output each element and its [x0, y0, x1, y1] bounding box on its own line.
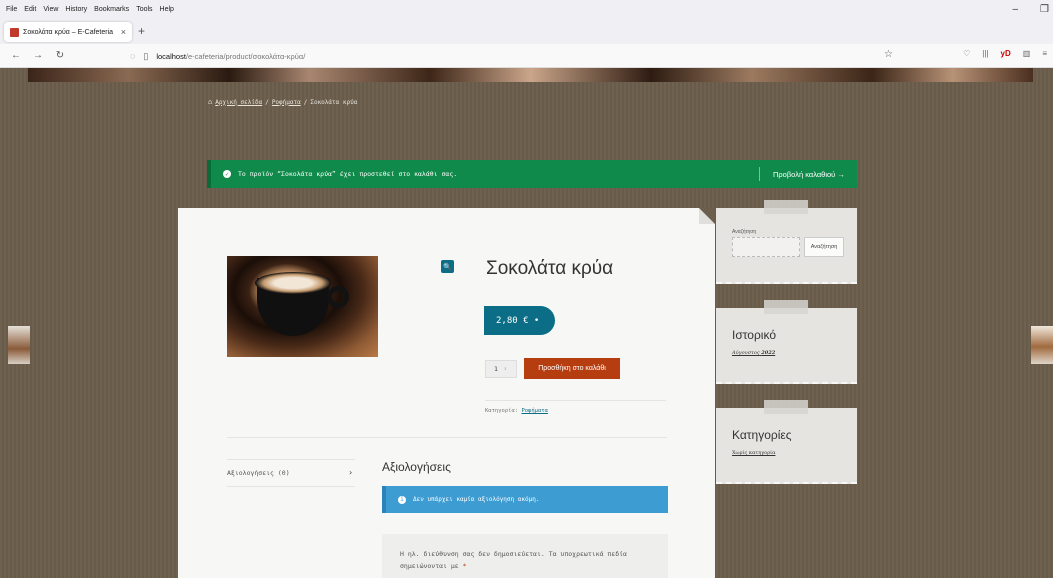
back-icon[interactable]: ← — [10, 50, 22, 61]
reader-icon[interactable]: ▥ — [1023, 49, 1031, 58]
archive-link[interactable]: Αύγουστος 2022 — [732, 350, 775, 356]
previous-product-thumb[interactable] — [8, 326, 30, 364]
page-content: ⌂ Αρχική σελίδα / Ροφήματα / Σοκολάτα κρ… — [0, 68, 1053, 578]
home-icon: ⌂ — [208, 98, 213, 106]
categories-widget: Κατηγορίες Χωρίς κατηγορία — [716, 400, 857, 484]
menu-view[interactable]: View — [43, 6, 58, 13]
review-form: Η ηλ. διεύθυνση σας δεν δημοσιεύεται. Τα… — [382, 534, 668, 578]
reload-icon[interactable]: ↻ — [54, 50, 66, 61]
menu-help[interactable]: Help — [160, 6, 174, 13]
product-panel: 🔍 Σοκολάτα κρύα 2,80 € • 1 ⇕ Προσθήκη στ… — [178, 208, 715, 578]
browser-tab[interactable]: Σοκολάτα κρύα – E-Cafeteria × — [4, 22, 132, 42]
url-bar[interactable]: ◌ ▯ localhost/e-cafeteria/product/σοκολά… — [130, 47, 900, 65]
menu-bar: File Edit View History Bookmarks Tools H… — [0, 0, 1053, 18]
breadcrumb-separator: / — [265, 98, 269, 106]
restore-icon[interactable]: ❐ — [1040, 4, 1049, 15]
breadcrumb-separator: / — [303, 98, 308, 106]
price-tag: 2,80 € • — [484, 306, 555, 335]
view-cart-link[interactable]: Προβολή καλαθιού → — [773, 170, 845, 179]
header-banner-image — [28, 68, 1033, 82]
menu-edit[interactable]: Edit — [24, 6, 36, 13]
form-note-text: Η ηλ. διεύθυνση σας δεν δημοσιεύεται. Τα… — [400, 550, 627, 570]
divider — [485, 400, 666, 401]
tape-decoration — [764, 300, 808, 314]
check-circle-icon: ✓ — [223, 170, 231, 178]
info-icon: i — [398, 495, 406, 504]
breadcrumb: ⌂ Αρχική σελίδα / Ροφήματα / Σοκολάτα κρ… — [208, 98, 357, 106]
yandex-icon[interactable]: yD — [1001, 49, 1011, 58]
menu-history[interactable]: History — [65, 6, 87, 13]
category-link[interactable]: Ροφήματα — [521, 408, 548, 414]
url-path: /e-cafeteria/product/σοκολάτα-κρύα/ — [185, 51, 306, 61]
library-icon[interactable]: ||| — [982, 49, 988, 58]
added-to-cart-notice: ✓ Το προϊόν “Σοκολάτα κρύα” έχει προστεθ… — [207, 160, 857, 188]
breadcrumb-home[interactable]: Αρχική σελίδα — [215, 99, 262, 106]
minimize-icon[interactable]: – — [1012, 4, 1018, 15]
product-image[interactable] — [227, 256, 378, 357]
notice-accent — [382, 486, 386, 513]
form-notes: Η ηλ. διεύθυνση σας δεν δημοσιεύεται. Τα… — [400, 548, 660, 572]
navigation-bar: ← → ↻ ◌ ▯ localhost/e-cafeteria/product/… — [0, 44, 1053, 68]
add-to-cart-button[interactable]: Προσθήκη στο καλάθι — [524, 358, 620, 379]
page-info-icon[interactable]: ▯ — [143, 51, 148, 62]
zoom-icon[interactable]: 🔍 — [441, 260, 454, 273]
toolbar-icons: ♡ ||| yD ▥ ≡ — [963, 49, 1047, 58]
search-button[interactable]: Αναζήτηση — [804, 237, 844, 257]
breadcrumb-category[interactable]: Ροφήματα — [272, 99, 301, 106]
archive-month: Αύγουστος — [732, 350, 760, 356]
tab-bar: Σοκολάτα κρύα – E-Cafeteria × + — [0, 18, 1053, 44]
window-controls: – ❐ — [1012, 4, 1049, 15]
divider — [227, 486, 355, 487]
spinner-arrows-icon[interactable]: ⇕ — [504, 366, 507, 372]
category-uncategorized-link[interactable]: Χωρίς κατηγορία — [732, 450, 775, 456]
forward-icon[interactable]: → — [32, 50, 44, 61]
page-corner-fold — [699, 208, 715, 224]
no-reviews-text: Δεν υπάρχει καμία αξιολόγηση ακόμη. — [413, 496, 540, 503]
tape-decoration — [764, 200, 808, 214]
chevron-right-icon: › — [348, 468, 353, 477]
close-tab-icon[interactable]: × — [121, 27, 126, 37]
search-label: Αναζήτηση — [732, 229, 757, 235]
cup-handle-shape — [327, 286, 349, 308]
archive-year: 2022 — [761, 350, 776, 356]
search-widget: Αναζήτηση Αναζήτηση — [716, 200, 857, 284]
history-title: Ιστορικό — [732, 328, 777, 342]
history-widget: Ιστορικό Αύγουστος 2022 — [716, 300, 857, 384]
menu-file[interactable]: File — [6, 6, 17, 13]
divider — [227, 437, 667, 438]
search-input[interactable] — [732, 237, 800, 257]
menu-icon[interactable]: ≡ — [1042, 49, 1047, 58]
next-product-thumb[interactable] — [1031, 326, 1053, 364]
favicon-icon — [10, 27, 19, 37]
notice-divider — [759, 167, 760, 181]
tracking-shield-icon[interactable]: ◌ — [130, 51, 135, 61]
required-mark: * — [462, 562, 467, 570]
menu-bookmarks[interactable]: Bookmarks — [94, 6, 129, 13]
coffee-foam-shape — [255, 272, 331, 294]
notice-message: Το προϊόν “Σοκολάτα κρύα” έχει προστεθεί… — [238, 170, 458, 178]
notice-accent — [207, 160, 211, 188]
bookmark-star-icon[interactable]: ☆ — [884, 49, 893, 60]
tape-decoration — [764, 400, 808, 414]
quantity-stepper[interactable]: 1 ⇕ — [485, 360, 517, 378]
breadcrumb-current: Σοκολάτα κρύα — [310, 98, 358, 106]
new-tab-icon[interactable]: + — [138, 24, 145, 38]
category-label: Κατηγορία: — [485, 408, 519, 414]
no-reviews-notice: i Δεν υπάρχει καμία αξιολόγηση ακόμη. — [382, 486, 668, 513]
categories-title: Κατηγορίες — [732, 428, 792, 442]
pocket-icon[interactable]: ♡ — [963, 49, 970, 58]
quantity-value: 1 — [494, 365, 498, 373]
product-categories: Κατηγορία: Ροφήματα — [485, 408, 548, 414]
reviews-heading: Αξιολογήσεις — [382, 460, 451, 474]
url-host: localhost — [156, 51, 186, 61]
menu-tools[interactable]: Tools — [136, 6, 152, 13]
product-title: Σοκολάτα κρύα — [486, 258, 614, 279]
tab-reviews[interactable]: Αξιολογήσεις (0) › — [227, 460, 355, 485]
tab-title: Σοκολάτα κρύα – E-Cafeteria — [23, 28, 114, 36]
tab-reviews-label: Αξιολογήσεις (0) — [227, 468, 290, 477]
